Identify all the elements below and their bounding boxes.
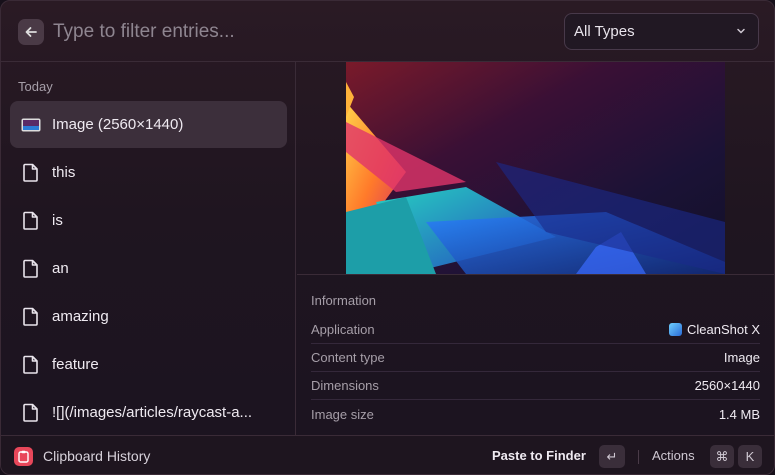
info-key: Content type — [311, 350, 385, 365]
preview-image — [346, 62, 725, 274]
info-row-dimensions: Dimensions 2560×1440 — [311, 372, 760, 400]
search-bar: All Types — [1, 1, 774, 62]
info-panel: Information Application CleanShot X Cont… — [297, 274, 774, 435]
type-filter-value: All Types — [574, 23, 635, 40]
info-key: Dimensions — [311, 378, 379, 393]
search-input[interactable] — [53, 18, 533, 46]
raycast-window: All Types Today Image (2560×1440) this — [0, 0, 775, 475]
list-item-label: feature — [52, 356, 99, 373]
list-item[interactable]: Image (2560×1440) — [10, 101, 287, 148]
image-preview — [297, 62, 774, 274]
list-item-label: is — [52, 212, 63, 229]
list-item[interactable]: this — [10, 149, 287, 196]
info-title: Information — [311, 293, 377, 308]
info-row-image-size: Image size 1.4 MB — [311, 400, 760, 428]
text-file-icon — [19, 161, 43, 185]
arrow-left-icon — [25, 27, 37, 37]
k-key-icon: K — [738, 445, 762, 468]
command-key-icon: ⌘ — [710, 445, 734, 468]
chevron-down-icon — [737, 28, 745, 34]
section-title: Today — [18, 79, 53, 94]
info-value: 2560×1440 — [694, 378, 760, 393]
info-row-application: Application CleanShot X — [311, 316, 760, 344]
clipboard-history-icon — [14, 447, 33, 466]
info-value: 1.4 MB — [718, 406, 760, 422]
list-item-label: amazing — [52, 308, 109, 325]
info-key: Application — [311, 322, 375, 337]
type-filter-dropdown[interactable]: All Types — [564, 13, 759, 50]
image-icon — [19, 113, 43, 137]
list-item-label: an — [52, 260, 69, 277]
divider — [638, 450, 639, 464]
info-value: Image — [723, 350, 760, 365]
info-key: Image size — [311, 406, 374, 422]
return-key-icon: ↵ — [599, 445, 625, 468]
clipboard-list: Today Image (2560×1440) this is an amazi… — [1, 62, 296, 435]
text-file-icon — [19, 305, 43, 329]
list-item[interactable]: amazing — [10, 293, 287, 340]
text-file-icon — [19, 257, 43, 281]
extension-name: Clipboard History — [43, 448, 151, 464]
text-file-icon — [19, 209, 43, 233]
list-item[interactable]: is — [10, 197, 287, 244]
back-button[interactable] — [18, 19, 44, 45]
info-row-content-type: Content type Image — [311, 344, 760, 372]
list-item-label: ![](/images/articles/raycast-a... — [52, 404, 253, 421]
list-item[interactable]: feature — [10, 341, 287, 388]
text-file-icon — [19, 401, 43, 425]
cleanshot-app-icon — [669, 323, 682, 336]
list-item-label: this — [52, 164, 76, 181]
list-item[interactable]: ![](/images/articles/raycast-a... — [10, 389, 287, 436]
paste-to-finder-button[interactable]: Paste to Finder — [492, 448, 586, 463]
text-file-icon — [19, 353, 43, 377]
list-item[interactable]: an — [10, 245, 287, 292]
info-value: CleanShot X — [669, 322, 760, 337]
info-value-text: CleanShot X — [687, 322, 760, 337]
actions-button[interactable]: Actions — [652, 448, 695, 463]
action-bar: Clipboard History Paste to Finder ↵ Acti… — [1, 435, 774, 474]
list-item-label: Image (2560×1440) — [52, 116, 184, 133]
